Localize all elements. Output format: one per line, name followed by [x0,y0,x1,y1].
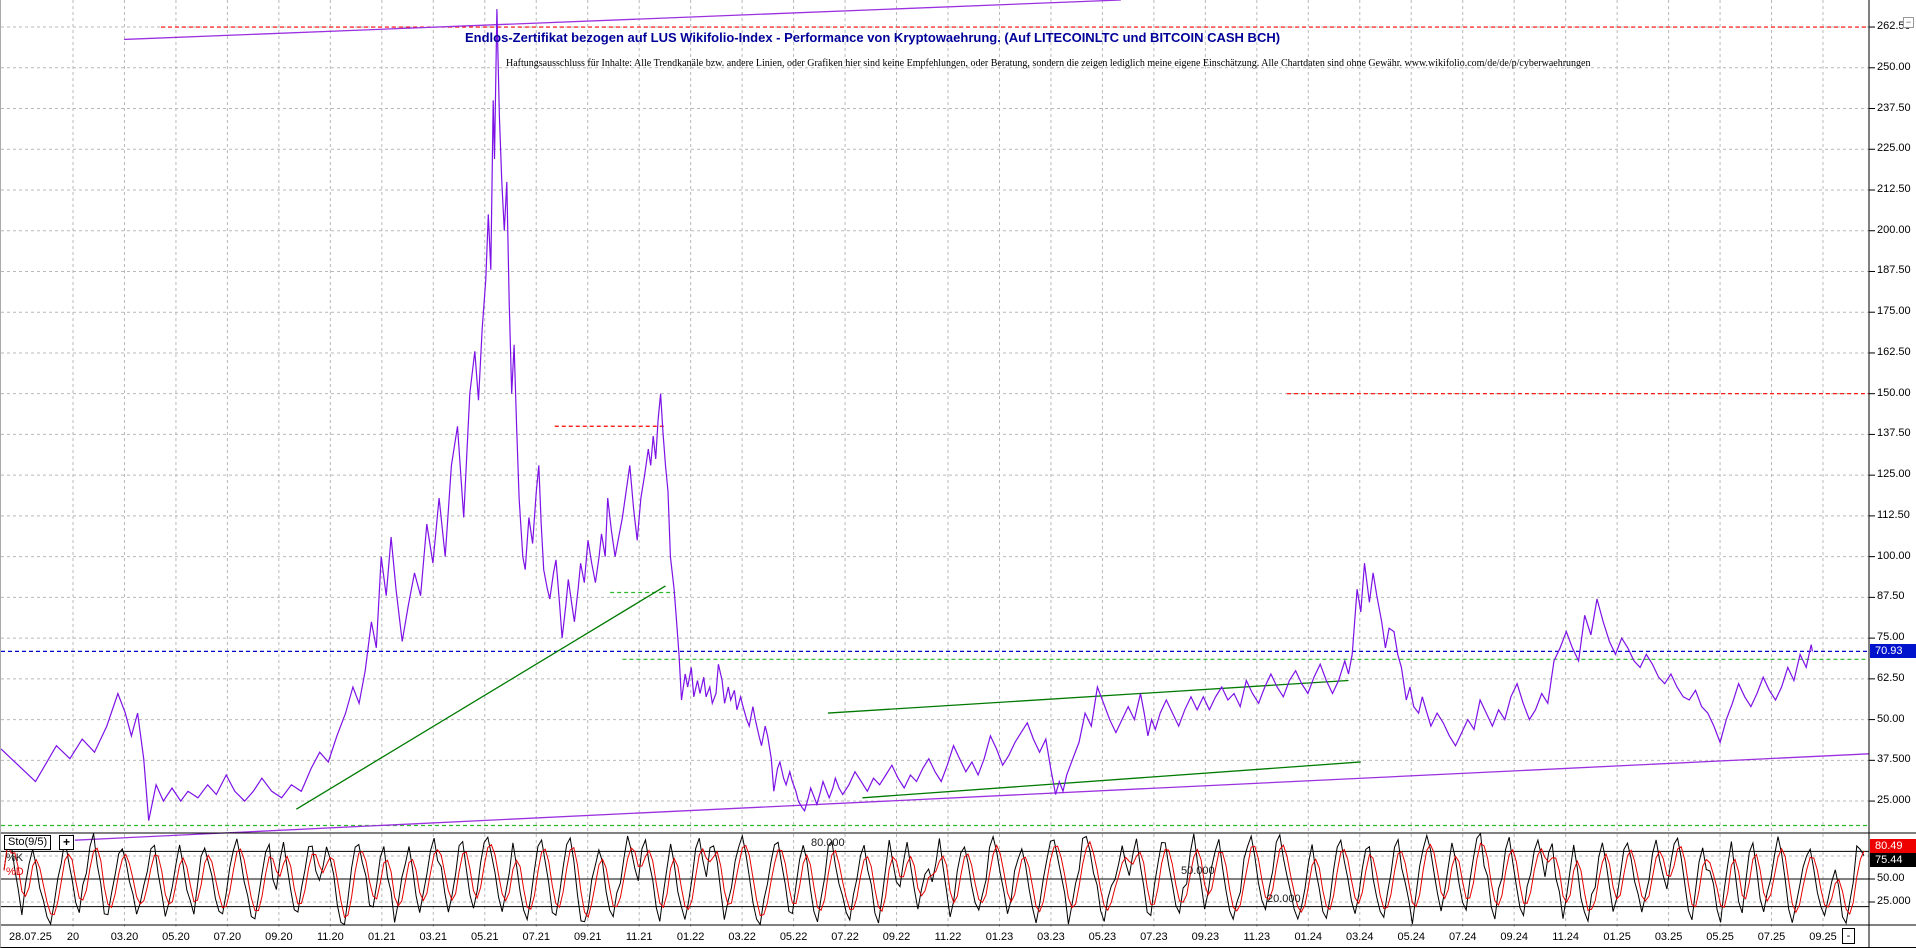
channel-lower [74,753,1870,841]
x-axis-label: 09.24 [1500,931,1528,943]
y-axis-label: 137.50 [1877,427,1911,440]
x-axis-label: 05.21 [470,931,499,943]
x-axis-label: 05.24 [1397,931,1425,943]
sto-level-label: 80.000 [811,837,845,850]
x-axis: 28.07.25 20 03.20 05.20 07.20 09.20 11.20 01.2… [1,926,1916,947]
x-axis-label: 07.20 [213,931,242,943]
x-axis-label: 01.23 [985,931,1014,943]
indicator-name-label: Sto(9/5) [8,836,48,848]
x-axis-label: 01.24 [1294,931,1323,943]
x-axis-label: 05.20 [162,931,190,943]
x-axis-label: 07.23 [1140,931,1168,943]
y-axis-label: 75.00 [1877,631,1905,644]
axis-collapse-button[interactable]: - [1842,928,1855,944]
stochastic-d-legend: %D [6,866,24,878]
sto-level-label: 50.000 [1181,865,1215,877]
x-axis-label: 07.22 [831,931,859,943]
x-axis-label: 11.20 [316,931,344,943]
x-axis-label: 09.22 [882,931,911,943]
x-axis-label: 09.23 [1191,931,1220,943]
x-axis-label: 03.23 [1037,931,1065,943]
x-axis-label: 07.21 [522,931,550,943]
x-axis-label: 03.24 [1345,931,1374,943]
chart-title: Endlos-Zertifikat bezogen auf LUS Wikifo… [465,30,1281,45]
indicator-name-box[interactable]: Sto(9/5) [4,835,52,850]
y-axis-label: 162.50 [1877,345,1911,358]
stochastic-d-line [3,840,1865,919]
chart-canvas [1,0,1916,947]
collapse-panel-button[interactable]: − [1903,17,1914,28]
add-indicator-button[interactable]: + [59,835,74,850]
y-axis-label: 237.50 [1877,101,1911,114]
sto-level-label: 20.000 [1267,892,1301,905]
y-axis: 262.50 250.00 237.50 225.00 212.50 200.00 187.… [1870,0,1916,947]
uptrend-2022-2024-upper [827,679,1349,714]
x-axis-label: 09.25 [1809,931,1837,943]
x-axis-label: 01.21 [368,931,396,943]
x-axis-label: 03.21 [419,931,448,943]
chart-window: Endlos-Zertifikat bezogen auf LUS Wikifo… [0,0,1916,948]
uptrend-2022-2024-lower [862,761,1361,799]
x-axis-label: 07.25 [1757,931,1786,943]
y-axis-label: 37.500 [1877,753,1911,766]
y-axis-label: 50.00 [1877,712,1905,725]
y-axis-label: 250.00 [1877,60,1911,73]
y-axis-label: 25.000 [1877,794,1911,807]
price-line [1,9,1813,821]
y-axis-label: 100.00 [1877,549,1911,562]
x-axis-label: 05.22 [779,931,808,943]
stochastic-d-value-badge: 80.49 [1870,839,1916,853]
last-quote-date-label: 28.07.25 [9,931,52,943]
stochastic-k-value-badge: 75.44 [1870,853,1916,867]
x-axis-label: 09.20 [265,931,293,943]
x-axis-label: 11.23 [1243,931,1271,943]
x-axis-label: 01.22 [676,931,705,943]
x-axis-label: 03.22 [728,931,756,943]
y-axis-label: 87.50 [1877,590,1905,603]
y-axis-label: 225.00 [1877,142,1911,155]
y-axis-label: 200.00 [1877,223,1911,236]
y-axis-label: 112.50 [1877,508,1910,521]
sto-axis-label: 50.00 [1877,872,1905,884]
x-axis-label: 03.20 [110,931,139,943]
y-axis-label: 125.00 [1877,468,1911,481]
x-axis-label: 09.21 [573,931,602,943]
x-axis-label: 07.24 [1448,931,1477,943]
x-axis-label: 11.24 [1552,931,1579,943]
chart-disclaimer: Haftungsausschluss für Inhalte: Alle Tre… [506,58,1591,69]
stochastic-k-legend: %K [6,852,24,864]
x-axis-label: 11.22 [934,931,962,943]
uptrend-2020-2021 [295,585,666,810]
y-axis-label: 62.50 [1877,671,1905,684]
sto-axis-label: 25.000 [1877,895,1911,907]
x-axis-label: 01.25 [1603,931,1631,943]
x-axis-label: 20 [66,931,80,943]
last-price-badge: 70.93 [1870,644,1916,659]
y-axis-label: 175.00 [1877,305,1911,318]
x-axis-label: 05.23 [1088,931,1117,943]
y-axis-label: 150.00 [1877,386,1911,399]
x-axis-label: 05.25 [1706,931,1734,943]
x-axis-label: 11.21 [625,931,653,943]
x-axis-label: 03.25 [1654,931,1683,943]
y-axis-label: 212.50 [1877,182,1911,195]
y-axis-label: 187.50 [1877,264,1911,277]
